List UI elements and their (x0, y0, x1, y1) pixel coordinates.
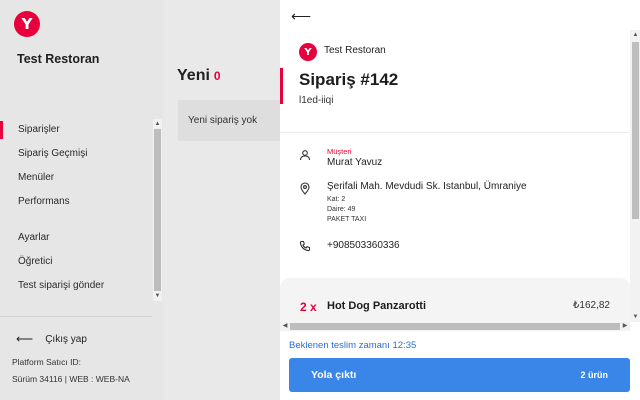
order-title: Sipariş #142 (299, 70, 399, 89)
sidebar-item-performance[interactable]: Performans (0, 190, 152, 214)
sidebar-scrollbar[interactable]: ▲ ▼ (153, 119, 162, 301)
arrow-left-icon: ⟵ (291, 8, 312, 24)
sidebar-nav-primary: Siparişler Sipariş Geçmişi Menüler Perfo… (0, 118, 152, 214)
detail-horizontal-scroll-thumb[interactable] (290, 323, 620, 330)
logout-button[interactable]: ⟵ Çıkış yap (16, 332, 87, 346)
order-action-footer: Beklenen teslim zamanı 12:35 Yola çıktı … (280, 331, 640, 400)
logout-label: Çıkış yap (45, 333, 87, 345)
sidebar-item-send-test-order[interactable]: Test siparişi gönder (0, 274, 152, 298)
dispatch-button[interactable]: Yola çıktı 2 ürün (289, 358, 630, 392)
phone-icon (299, 239, 313, 253)
sidebar-scroll-thumb[interactable] (154, 129, 161, 291)
scroll-down-icon[interactable]: ▼ (154, 292, 161, 300)
scroll-up-icon[interactable]: ▲ (632, 31, 639, 39)
item-quantity: 2 x (300, 300, 317, 314)
customer-name: Murat Yavuz (327, 157, 383, 168)
scroll-up-icon[interactable]: ▲ (154, 120, 161, 128)
person-icon (299, 148, 313, 162)
order-detail-scroll-area: Y Test Restoran Sipariş #142 l1ed-iiqi M… (280, 30, 630, 322)
sidebar: Y Test Restoran Siparişler Sipariş Geçmi… (0, 0, 163, 400)
new-orders-count: 0 (213, 69, 221, 83)
order-detail-panel: ⟵ Y Test Restoran Sipariş #142 l1ed-iiqi… (280, 0, 640, 400)
sidebar-item-tutorial[interactable]: Öğretici (0, 250, 152, 274)
scroll-right-icon[interactable]: ▶ (621, 322, 629, 331)
detail-vertical-scroll-thumb[interactable] (632, 42, 639, 219)
sidebar-item-orders[interactable]: Siparişler (0, 118, 152, 142)
empty-orders-card: Yeni sipariş yok (178, 100, 280, 141)
new-orders-title-text: Yeni (177, 67, 210, 84)
customer-phone[interactable]: +908503360336 (327, 240, 400, 251)
store-name: Test Restoran (17, 52, 100, 66)
new-orders-column: Yeni 0 Yeni sipariş yok (163, 0, 280, 400)
arrow-left-icon: ⟵ (16, 332, 34, 346)
platform-id-label: Platform Satıcı ID: (12, 357, 81, 367)
order-store-name: Test Restoran (324, 45, 386, 56)
order-item-row: 2 x Hot Dog Panzarotti ₺162,82 (280, 278, 630, 322)
version-label: Sürüm 34116 | WEB : WEB-NA (12, 374, 130, 384)
customer-label: Müşteri (327, 147, 352, 156)
scroll-left-icon[interactable]: ◀ (281, 322, 289, 331)
location-pin-icon (299, 182, 313, 196)
dispatch-item-count: 2 ürün (580, 370, 608, 380)
back-button[interactable]: ⟵ (291, 8, 311, 25)
item-name: Hot Dog Panzarotti (327, 300, 426, 312)
sidebar-nav-secondary: Ayarlar Öğretici Test siparişi gönder (0, 226, 152, 298)
dispatch-label: Yola çıktı (311, 369, 357, 381)
address-door: Daire: 49 (327, 206, 356, 213)
brand-logo: Y (14, 11, 40, 37)
order-accent-bar (280, 68, 283, 104)
sidebar-item-menus[interactable]: Menüler (0, 166, 152, 190)
address-line: Şerifali Mah. Mevdudi Sk. Istanbul, Ümra… (327, 181, 527, 192)
new-orders-title: Yeni 0 (177, 67, 221, 85)
order-code: l1ed-iiqi (299, 95, 334, 106)
sidebar-item-order-history[interactable]: Sipariş Geçmişi (0, 142, 152, 166)
expected-delivery-time: Beklenen teslim zamanı 12:35 (289, 340, 417, 351)
delivery-note: PAKET TAXI (327, 216, 367, 223)
sidebar-item-settings[interactable]: Ayarlar (0, 226, 152, 250)
address-floor: Kat: 2 (327, 196, 346, 203)
section-divider (280, 132, 630, 133)
detail-horizontal-scrollbar[interactable]: ◀ ▶ (280, 322, 630, 331)
store-logo: Y (299, 43, 317, 61)
scroll-down-icon[interactable]: ▼ (632, 313, 639, 321)
detail-vertical-scrollbar[interactable]: ▲ ▼ (630, 30, 640, 322)
sidebar-divider (0, 316, 152, 317)
item-price: ₺162,82 (573, 300, 610, 311)
